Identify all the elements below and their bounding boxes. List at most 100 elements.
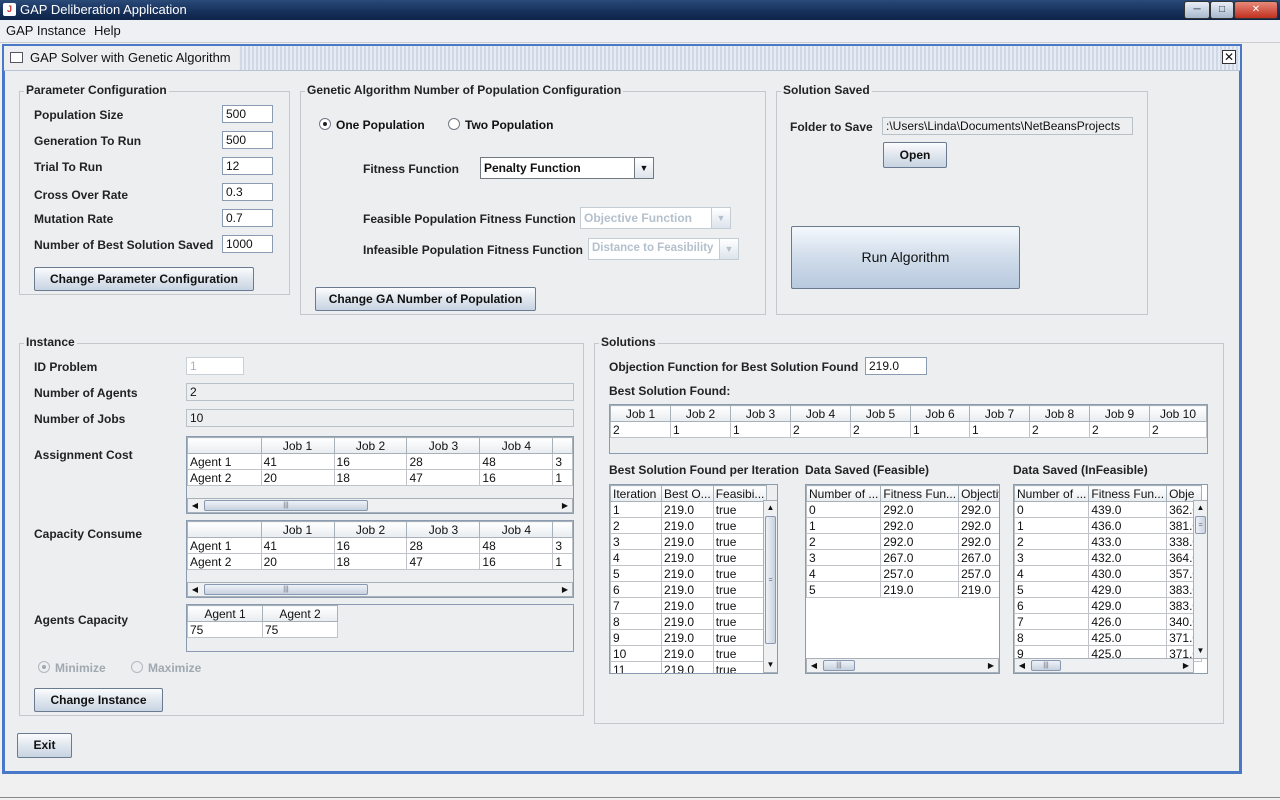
table-cell[interactable]: 219.0 [661, 629, 714, 646]
table-row[interactable]: 2 292.0 292.0 [806, 533, 999, 550]
maximize-window-icon[interactable]: □ [1210, 1, 1234, 19]
fitness-function-select[interactable]: Penalty Function ▼ [480, 157, 654, 179]
feasible-fitness-select[interactable]: Objective Function ▼ [580, 207, 731, 229]
table-cell[interactable]: 16 [479, 469, 554, 486]
table-cell[interactable]: true [712, 661, 768, 673]
change-parameter-configuration-button[interactable]: Change Parameter Configuration [34, 267, 254, 291]
table-row[interactable]: 2 219.0 true [610, 517, 768, 534]
close-window-icon[interactable]: ✕ [1234, 1, 1278, 19]
table-cell[interactable]: 219.0 [661, 597, 714, 614]
table-cell[interactable]: 292.0 [880, 533, 960, 550]
internal-frame-header[interactable]: GAP Solver with Genetic Algorithm ✕ [4, 46, 1240, 71]
table-cell[interactable]: 5 [610, 565, 662, 582]
maximize-label[interactable]: Maximize [148, 661, 201, 675]
table-cell[interactable]: 0 [806, 501, 882, 518]
table-row[interactable]: 3 432.0 364.0 [1014, 549, 1203, 566]
table-cell[interactable]: 433.0 [1088, 533, 1168, 550]
table-cell[interactable]: 425.0 [1088, 629, 1168, 646]
scroll-right-icon[interactable]: ▶ [1179, 659, 1193, 672]
table-row[interactable]: 8 219.0 true [610, 613, 768, 630]
maximize-radio[interactable] [131, 661, 143, 673]
table-row[interactable]: 3 267.0 267.0 [806, 549, 999, 566]
column-header[interactable]: Job 3 [406, 437, 481, 454]
table-cell[interactable]: 292.0 [880, 501, 960, 518]
column-header[interactable]: Job 1 [260, 521, 335, 538]
exit-button[interactable]: Exit [17, 733, 72, 758]
infeasible-data-vertical-scrollbar[interactable]: ▲ = ▼ [1193, 500, 1207, 659]
table-cell[interactable]: 4 [1014, 565, 1090, 582]
best-solution-table[interactable]: Job 1 Job 2 Job 3 Job 4 Job 5 Job 6 Job 7 Job 8… [610, 405, 1207, 438]
table-cell[interactable]: true [712, 597, 768, 614]
column-header[interactable]: Fitness Fun... [880, 485, 960, 502]
column-header[interactable]: Job 4 [790, 405, 851, 422]
scrollbar-thumb[interactable]: ||| [204, 584, 368, 595]
minimize-window-icon[interactable]: ─ [1184, 1, 1210, 19]
column-header[interactable]: Job 2 [333, 521, 408, 538]
table-cell[interactable]: 10 [610, 645, 662, 662]
scrollbar-thumb[interactable]: ||| [823, 660, 855, 671]
table-cell[interactable]: true [712, 613, 768, 630]
assignment-cost-horizontal-scrollbar[interactable]: ◀ ||| ▶ [187, 498, 573, 513]
table-cell[interactable]: 2 [1029, 421, 1090, 438]
change-instance-button[interactable]: Change Instance [34, 688, 163, 712]
table-row[interactable]: 3 219.0 true [610, 533, 768, 550]
column-header[interactable]: Job 2 [670, 405, 731, 422]
table-row[interactable]: 1 219.0 true [610, 501, 768, 518]
table-cell[interactable]: 3 [806, 549, 882, 566]
assignment-cost-table[interactable]: Job 1 Job 2 Job 3 Job 4 Agent 1 41 16 28 48 3… [187, 437, 573, 486]
table-cell[interactable]: 47 [406, 553, 481, 570]
table-row[interactable]: 1 292.0 292.0 [806, 517, 999, 534]
table-row[interactable]: Agent 1 41 16 28 48 3 [187, 453, 573, 470]
chevron-down-icon[interactable]: ▼ [634, 158, 653, 178]
scrollbar-thumb[interactable]: ||| [1031, 660, 1061, 671]
table-cell[interactable]: 48 [479, 537, 554, 554]
table-row[interactable]: 8 425.0 371.0 [1014, 629, 1203, 646]
table-row[interactable]: 6 219.0 true [610, 581, 768, 598]
chevron-down-icon[interactable]: ▼ [719, 239, 738, 259]
number-of-agents-field[interactable]: 2 [186, 383, 574, 401]
column-header[interactable]: Number of ... [806, 485, 882, 502]
table-cell[interactable]: 16 [333, 453, 408, 470]
one-population-radio[interactable] [319, 118, 331, 130]
table-row[interactable]: Agent 2 20 18 47 16 1 [187, 469, 573, 486]
table-cell[interactable]: 20 [260, 469, 335, 486]
close-frame-icon[interactable]: ✕ [1222, 50, 1236, 64]
column-header[interactable] [187, 437, 262, 454]
column-header[interactable]: Job 3 [730, 405, 791, 422]
menu-help[interactable]: Help [94, 23, 121, 38]
table-cell[interactable]: 2 [806, 533, 882, 550]
table-cell[interactable]: 219.0 [661, 565, 714, 582]
table-cell[interactable]: 3 [552, 537, 573, 554]
column-header[interactable]: Job 7 [969, 405, 1030, 422]
table-cell[interactable]: 1 [910, 421, 970, 438]
table-cell[interactable]: 75 [187, 621, 263, 638]
table-cell[interactable]: true [712, 565, 768, 582]
table-cell[interactable]: true [712, 533, 768, 550]
table-row[interactable]: 6 429.0 383.0 [1014, 597, 1203, 614]
table-cell[interactable]: 219.0 [661, 661, 714, 673]
scroll-right-icon[interactable]: ▶ [984, 659, 998, 672]
two-population-label[interactable]: Two Population [465, 118, 553, 132]
table-cell[interactable]: 28 [406, 453, 481, 470]
table-cell[interactable]: 2 [790, 421, 851, 438]
table-row[interactable]: 10 219.0 true [610, 645, 768, 662]
table-cell[interactable]: 3 [610, 533, 662, 550]
table-row[interactable]: Agent 1 41 16 28 48 3 [187, 537, 573, 554]
table-cell[interactable]: 8 [1014, 629, 1090, 646]
table-cell[interactable]: 267.0 [958, 549, 999, 566]
menu-gap-instance[interactable]: GAP Instance [6, 23, 86, 38]
change-ga-population-button[interactable]: Change GA Number of Population [315, 287, 536, 311]
agents-capacity-table[interactable]: Agent 1 Agent 2 75 75 [187, 605, 338, 638]
table-cell[interactable]: true [712, 581, 768, 598]
table-cell[interactable]: 16 [333, 537, 408, 554]
table-row[interactable]: 5 219.0 219.0 [806, 581, 999, 598]
feasible-data-table[interactable]: Number of ...Fitness Fun...Objectiv0292.… [806, 485, 999, 598]
table-cell[interactable]: true [712, 645, 768, 662]
table-cell[interactable]: 430.0 [1088, 565, 1168, 582]
table-cell[interactable]: 7 [1014, 613, 1090, 630]
table-row[interactable]: 7 219.0 true [610, 597, 768, 614]
column-header[interactable]: Number of ... [1014, 485, 1090, 502]
table-cell[interactable]: 292.0 [958, 517, 999, 534]
table-row[interactable]: 0 292.0 292.0 [806, 501, 999, 518]
table-cell[interactable]: 4 [806, 565, 882, 582]
